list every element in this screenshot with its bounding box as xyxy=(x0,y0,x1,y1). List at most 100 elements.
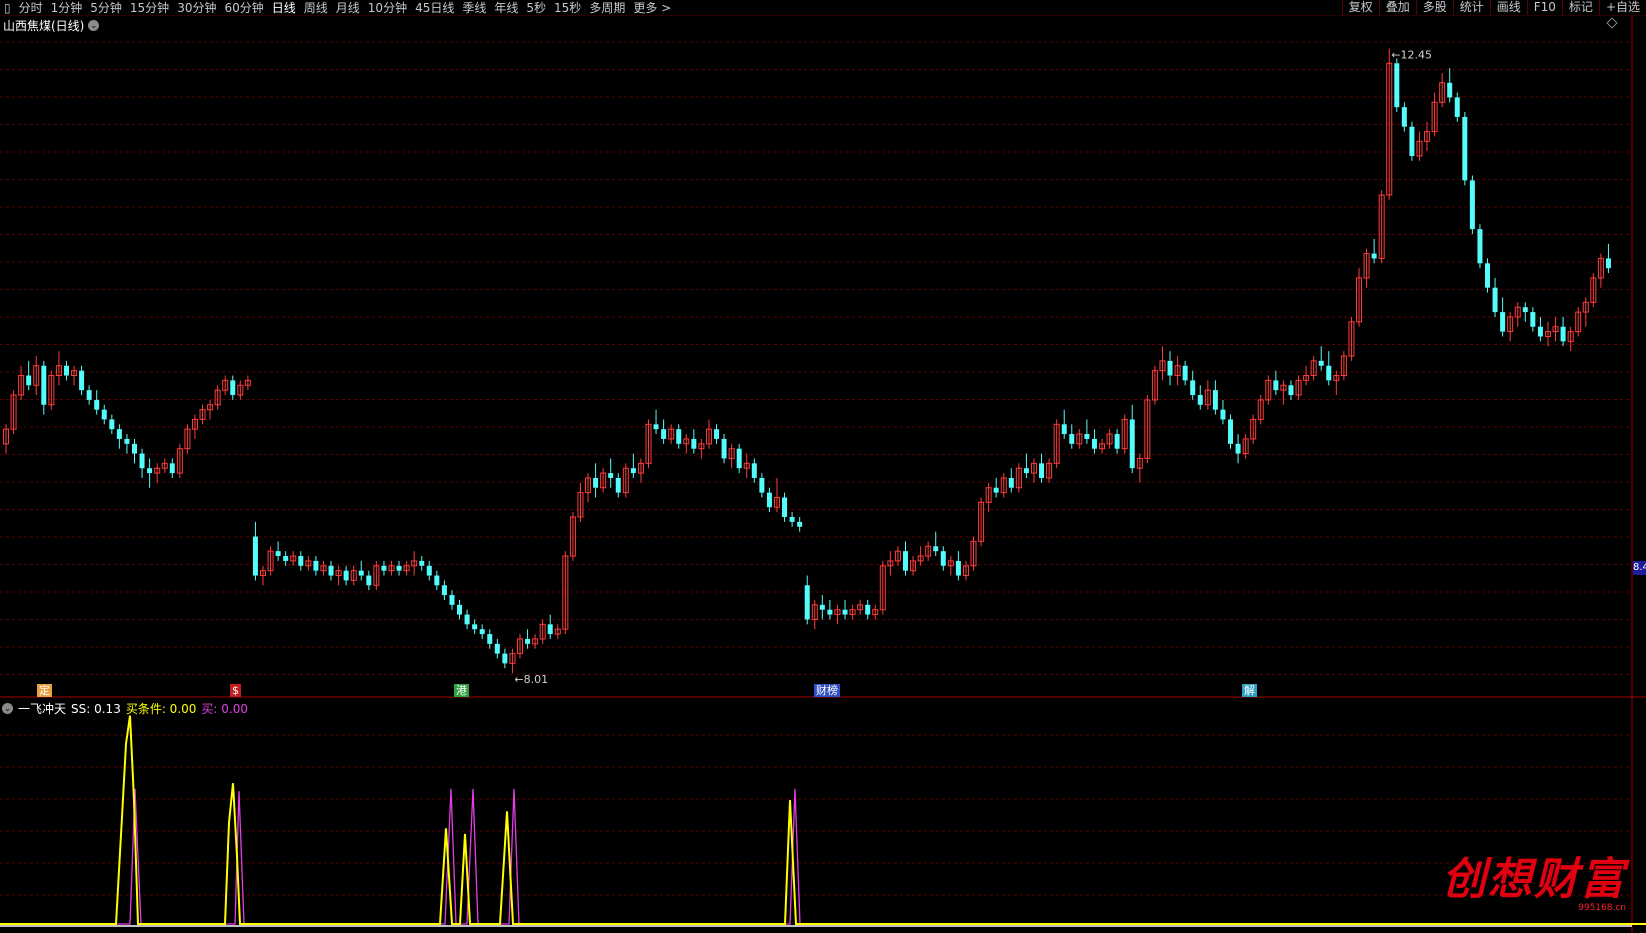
candle-body xyxy=(1212,390,1218,410)
candle-body xyxy=(1492,287,1498,313)
candle-body xyxy=(419,560,425,566)
candle-body xyxy=(1235,443,1241,454)
event-marker-2[interactable]: 港 xyxy=(454,684,469,697)
event-marker-1[interactable]: $ xyxy=(230,684,241,697)
candle-body xyxy=(782,497,788,517)
candle-body xyxy=(472,624,478,630)
event-marker-3[interactable]: 财榜 xyxy=(814,684,840,697)
candle-body xyxy=(1220,409,1226,420)
candle-body xyxy=(381,565,387,571)
ss-value: SS: 0.13 xyxy=(71,701,121,716)
candle-body xyxy=(487,634,493,644)
candle-body xyxy=(252,536,258,576)
candle-body xyxy=(1605,258,1611,269)
candle-body xyxy=(1084,434,1090,439)
candle-body xyxy=(819,604,825,610)
candle-body xyxy=(902,551,908,571)
buy-value: 买: 0.00 xyxy=(201,702,248,716)
event-marker-4[interactable]: 解 xyxy=(1242,684,1257,697)
candle-body xyxy=(1228,419,1234,444)
candle-body xyxy=(283,556,289,561)
candle-body xyxy=(714,429,720,439)
candle-body xyxy=(298,556,304,566)
candle-body xyxy=(630,468,636,474)
candle-body xyxy=(1469,180,1475,230)
candle-body xyxy=(275,551,281,557)
low-price-label: ←8.01 xyxy=(514,673,548,686)
candle-body xyxy=(1069,434,1075,444)
candle-body xyxy=(653,424,659,430)
candle-body xyxy=(1522,307,1528,313)
candle-body xyxy=(313,560,319,571)
candle-body xyxy=(124,438,130,444)
candle-body xyxy=(426,565,432,576)
candle-body xyxy=(86,390,92,400)
watermark-logo: 创想财富 995168.cn xyxy=(1442,843,1626,913)
candle-body xyxy=(691,438,697,449)
candle-body xyxy=(608,473,614,478)
candle-body xyxy=(396,565,402,571)
candle-body xyxy=(494,643,500,654)
candle-body xyxy=(116,429,122,439)
candle-body xyxy=(479,629,485,635)
candle-body xyxy=(1061,424,1067,435)
candle-body xyxy=(449,595,455,605)
candle-body xyxy=(358,570,364,576)
candle-body xyxy=(441,585,447,596)
candle-body xyxy=(147,468,153,474)
candle-body xyxy=(1454,97,1460,117)
candle-body xyxy=(1371,253,1377,259)
candle-body xyxy=(1401,107,1407,127)
candle-body xyxy=(1409,126,1415,156)
candle-body xyxy=(343,570,349,581)
candle-body xyxy=(1447,82,1453,98)
indicator-name: 一飞冲天 xyxy=(18,702,67,716)
candle-body xyxy=(434,575,440,586)
candle-body xyxy=(169,463,175,474)
event-marker-0[interactable]: 定 xyxy=(37,684,52,697)
candle-body xyxy=(79,370,85,391)
candle-body xyxy=(842,609,848,615)
candle-body xyxy=(1039,463,1045,478)
candle-body xyxy=(63,365,69,376)
candle-body xyxy=(1288,385,1294,396)
candle-body xyxy=(502,653,508,664)
magenta-signal-line xyxy=(0,788,1646,925)
candle-body xyxy=(751,463,757,478)
candle-body xyxy=(131,443,137,454)
candle-body xyxy=(1167,360,1173,376)
candle-body xyxy=(789,517,795,522)
yellow-signal-line xyxy=(0,715,1646,925)
current-price-tag: 8.4 xyxy=(1633,561,1646,575)
candle-body xyxy=(1318,360,1324,366)
candle-body xyxy=(1462,116,1468,181)
candle-body xyxy=(940,551,946,566)
candle-body xyxy=(94,399,100,410)
candlestick-chart[interactable]: ←12.45 ←8.01 xyxy=(0,0,1646,933)
candle-body xyxy=(457,604,463,615)
candle-body xyxy=(736,448,742,469)
candle-body xyxy=(721,438,727,459)
chevron-down-icon[interactable]: ⌄ xyxy=(2,703,13,714)
candle-body xyxy=(366,575,372,586)
candle-body xyxy=(797,521,803,527)
candle-body xyxy=(1560,326,1566,342)
candle-body xyxy=(1530,312,1536,327)
candle-body xyxy=(993,487,999,493)
candle-body xyxy=(865,604,871,615)
candle-body xyxy=(1023,468,1029,474)
buy-condition-value: 买条件: 0.00 xyxy=(125,702,197,716)
candle-body xyxy=(547,624,553,635)
candle-body xyxy=(933,546,939,552)
candle-body xyxy=(759,477,765,493)
indicator-title[interactable]: ⌄ 一飞冲天 SS: 0.13 买条件: 0.00 买: 0.00 xyxy=(2,700,248,717)
candle-body xyxy=(109,419,115,430)
candle-body xyxy=(1477,229,1483,264)
candle-body xyxy=(1114,434,1120,449)
candle-body xyxy=(1091,438,1097,449)
candle-body xyxy=(139,453,145,469)
candle-body xyxy=(615,477,621,493)
candle-body xyxy=(827,609,833,615)
candle-body xyxy=(676,429,682,444)
candle-body xyxy=(1129,419,1135,469)
